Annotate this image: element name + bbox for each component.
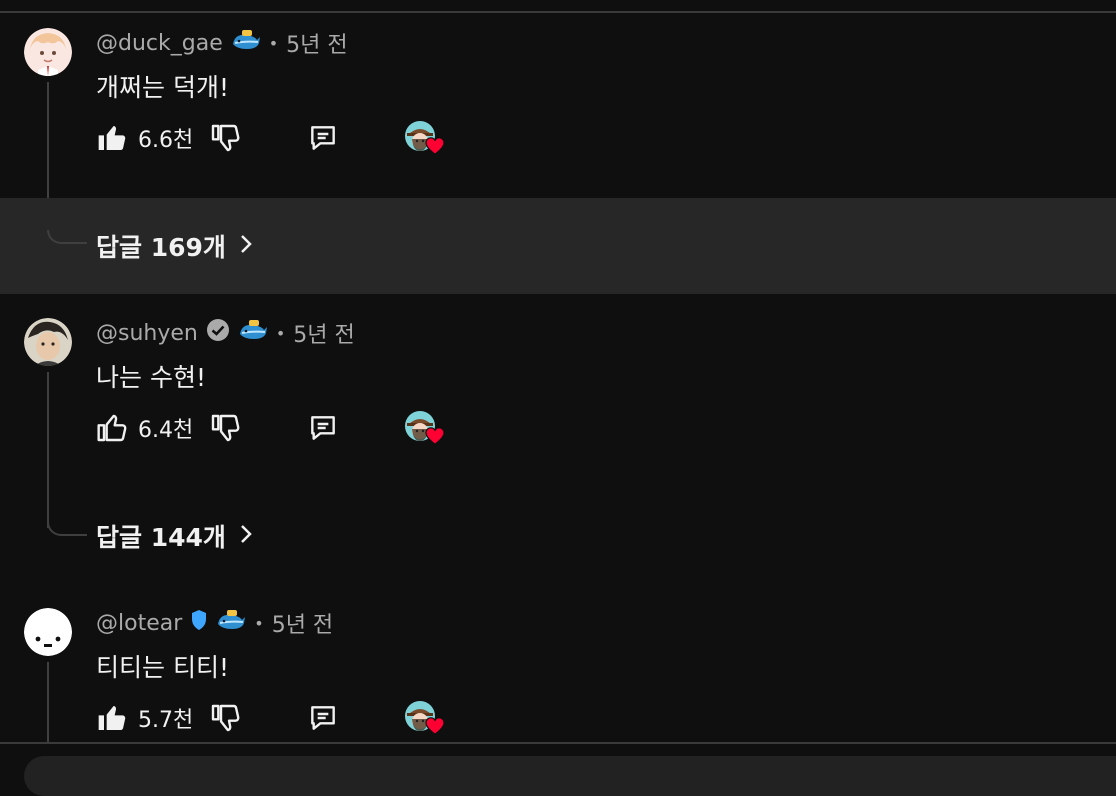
creator-heart-badge bbox=[405, 121, 445, 155]
like-count: 6.4천 bbox=[138, 418, 194, 443]
like-button[interactable] bbox=[96, 412, 128, 444]
separator-dot: • bbox=[268, 33, 279, 53]
thread-line bbox=[47, 372, 49, 528]
comment-time[interactable]: 5년 전 bbox=[272, 607, 333, 639]
thumbs-up-icon bbox=[98, 706, 126, 730]
thread-curve bbox=[47, 230, 87, 244]
comment-text: 나는 수현! bbox=[96, 363, 206, 392]
separator-dot: • bbox=[275, 323, 286, 343]
comment-author[interactable]: @lotear bbox=[96, 611, 182, 636]
dislike-button[interactable] bbox=[209, 412, 241, 444]
thread-line bbox=[47, 662, 49, 742]
separator-dot: • bbox=[254, 613, 264, 633]
dislike-button[interactable] bbox=[209, 702, 241, 734]
replies-label: 답글 144개 bbox=[96, 523, 226, 552]
chevron-right-icon bbox=[236, 232, 256, 261]
view-replies-button[interactable]: 답글 144개 bbox=[96, 516, 256, 556]
top-divider bbox=[0, 11, 1116, 13]
comment-text: 개쩌는 덕개! bbox=[96, 73, 229, 102]
reply-icon bbox=[311, 416, 336, 440]
like-button[interactable] bbox=[96, 702, 128, 734]
creator-heart-badge bbox=[405, 411, 445, 445]
creator-heart-badge bbox=[405, 701, 445, 735]
reply-button[interactable] bbox=[307, 412, 339, 444]
heart-icon bbox=[425, 717, 445, 739]
reply-button[interactable] bbox=[307, 122, 339, 154]
avatar[interactable] bbox=[24, 28, 72, 76]
reply-button[interactable] bbox=[307, 702, 339, 734]
comment-author[interactable]: @suhyen bbox=[96, 321, 198, 346]
comment-actions: 6.4천 bbox=[96, 410, 445, 446]
replies-label: 답글 169개 bbox=[96, 233, 226, 262]
thumbs-up-outline-icon bbox=[97, 414, 127, 442]
dislike-button[interactable] bbox=[209, 122, 241, 154]
avatar[interactable] bbox=[24, 318, 72, 366]
like-button[interactable] bbox=[96, 122, 128, 154]
whale-badge-icon bbox=[238, 318, 268, 348]
whale-badge-icon bbox=[231, 28, 261, 58]
comment-author[interactable]: @duck_gae bbox=[96, 31, 223, 56]
reply-icon bbox=[311, 706, 336, 730]
thumbs-down-icon bbox=[212, 704, 240, 732]
comment-actions: 5.7천 bbox=[96, 700, 445, 736]
comment-meta: @lotear • 5년 전 bbox=[96, 608, 333, 638]
comment-time[interactable]: 5년 전 bbox=[286, 27, 347, 59]
thumbs-down-icon bbox=[212, 414, 240, 442]
comment-meta: @duck_gae • 5년 전 bbox=[96, 28, 348, 58]
thread-curve bbox=[47, 522, 87, 536]
avatar[interactable] bbox=[24, 608, 72, 656]
heart-icon bbox=[425, 137, 445, 159]
comment-thread: @duck_gae • 5년 전 개쩌는 덕개! 6.6천 bbox=[0, 28, 1116, 228]
shield-icon bbox=[190, 608, 208, 638]
like-count: 5.7천 bbox=[138, 708, 194, 733]
reply-icon bbox=[311, 126, 336, 150]
thumbs-up-icon bbox=[98, 126, 126, 150]
view-replies-button[interactable]: 답글 169개 bbox=[96, 226, 256, 266]
chevron-right-icon bbox=[236, 522, 256, 551]
whale-badge-icon bbox=[216, 608, 246, 638]
comment-input-area[interactable] bbox=[24, 756, 1116, 796]
heart-icon bbox=[425, 427, 445, 449]
thumbs-down-icon bbox=[212, 124, 240, 152]
comment-text: 티티는 티티! bbox=[96, 653, 229, 682]
comment-actions: 6.6천 bbox=[96, 120, 445, 156]
like-count: 6.6천 bbox=[138, 128, 194, 153]
verified-check-icon bbox=[206, 318, 230, 348]
comment-meta: @suhyen • 5년 전 bbox=[96, 318, 355, 348]
comment-time[interactable]: 5년 전 bbox=[293, 317, 354, 349]
comment-thread: @suhyen • 5년 전 나는 수현! 6.4천 bbox=[0, 318, 1116, 528]
